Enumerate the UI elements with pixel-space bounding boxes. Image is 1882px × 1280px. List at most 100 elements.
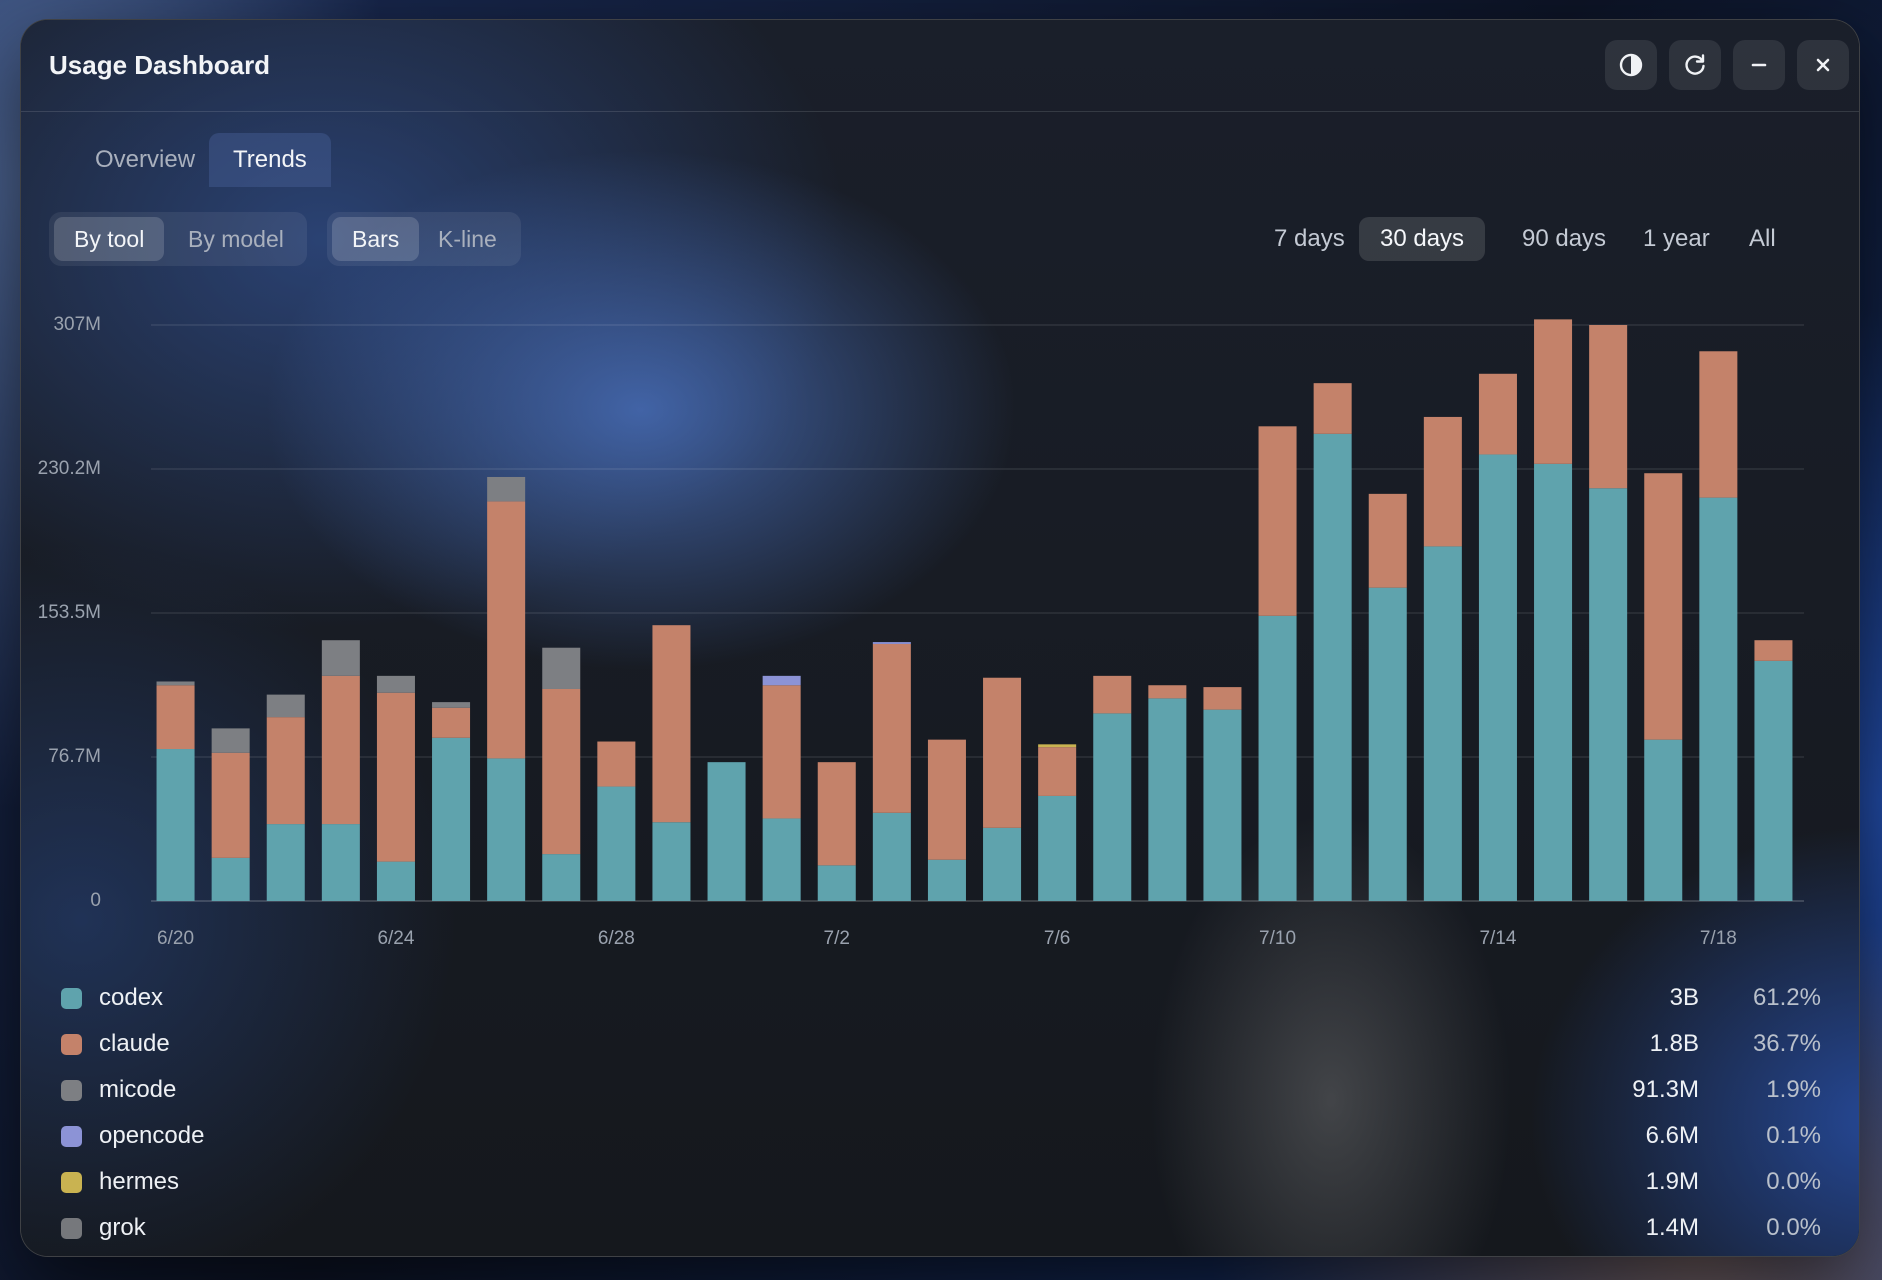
by-tool-button[interactable]: By tool — [54, 217, 165, 261]
bar-opencode-7-3[interactable] — [872, 642, 911, 644]
bar-claude-6-22[interactable] — [266, 717, 305, 825]
bar-claude-7-2[interactable] — [817, 762, 856, 866]
bar-micode-6-22[interactable] — [266, 694, 305, 718]
legend-row[interactable]: codex 3B 61.2% — [21, 980, 1859, 1020]
bar-codex-7-14[interactable] — [1478, 454, 1517, 901]
bar-codex-6-22[interactable] — [266, 824, 305, 901]
bar-codex-6-23[interactable] — [321, 824, 360, 901]
legend-row[interactable]: micode 91.3M 1.9% — [21, 1072, 1859, 1112]
bar-claude-6-28[interactable] — [597, 741, 636, 787]
range-30-days[interactable]: 30 days — [1359, 217, 1486, 261]
x-tick-label: 6/20 — [157, 928, 195, 949]
bar-hermes-7-6[interactable] — [1038, 744, 1077, 748]
bar-claude-7-1[interactable] — [762, 685, 801, 819]
x-tick-label: 7/14 — [1479, 928, 1517, 949]
bar-codex-7-19[interactable] — [1754, 660, 1793, 901]
bar-codex-6-25[interactable] — [432, 737, 471, 901]
bar-claude-7-18[interactable] — [1699, 351, 1738, 498]
bar-codex-7-13[interactable] — [1423, 546, 1462, 901]
bar-codex-6-24[interactable] — [376, 861, 415, 901]
bar-micode-6-23[interactable] — [321, 640, 360, 676]
bar-codex-7-12[interactable] — [1368, 587, 1407, 901]
bar-micode-6-26[interactable] — [487, 476, 526, 502]
bar-claude-7-4[interactable] — [927, 739, 966, 860]
bar-opencode-7-1[interactable] — [762, 675, 801, 686]
bar-claude-6-24[interactable] — [376, 692, 415, 862]
legend-name: codex — [99, 984, 164, 1011]
bar-claude-7-17[interactable] — [1644, 473, 1683, 740]
bar-claude-7-16[interactable] — [1589, 325, 1628, 489]
bar-claude-7-19[interactable] — [1754, 640, 1793, 661]
bar-codex-7-1[interactable] — [762, 818, 801, 901]
bar-claude-6-26[interactable] — [487, 501, 526, 759]
bar-micode-6-25[interactable] — [432, 702, 471, 708]
bar-claude-7-8[interactable] — [1148, 685, 1187, 699]
bar-claude-7-14[interactable] — [1478, 373, 1517, 455]
legend-row[interactable]: hermes 1.9M 0.0% — [21, 1164, 1859, 1204]
bar-codex-7-8[interactable] — [1148, 698, 1187, 901]
bar-codex-6-30[interactable] — [707, 762, 746, 901]
bar-claude-7-5[interactable] — [983, 677, 1022, 828]
bar-codex-7-4[interactable] — [927, 859, 966, 901]
range-7-days[interactable]: 7 days — [1253, 217, 1366, 261]
bar-claude-6-25[interactable] — [432, 707, 471, 738]
bar-codex-6-20[interactable] — [156, 749, 195, 901]
range-90-days[interactable]: 90 days — [1501, 217, 1627, 261]
kline-view-button[interactable]: K-line — [418, 217, 517, 261]
bar-micode-6-20[interactable] — [156, 681, 195, 686]
bar-codex-6-21[interactable] — [211, 857, 250, 901]
bars-view-button[interactable]: Bars — [332, 217, 420, 261]
bar-codex-7-18[interactable] — [1699, 497, 1738, 901]
legend-row[interactable]: claude 1.8B 36.7% — [21, 1026, 1859, 1066]
bar-codex-7-15[interactable] — [1534, 463, 1573, 901]
bar-codex-7-11[interactable] — [1313, 433, 1352, 901]
bar-claude-7-7[interactable] — [1093, 675, 1132, 714]
legend-name: claude — [99, 1030, 170, 1057]
bar-codex-7-7[interactable] — [1093, 713, 1132, 901]
tab-overview[interactable]: Overview — [71, 133, 219, 187]
bar-claude-6-20[interactable] — [156, 685, 195, 750]
theme-toggle-button[interactable] — [1605, 40, 1657, 90]
refresh-button[interactable] — [1669, 40, 1721, 90]
range-1-year[interactable]: 1 year — [1622, 217, 1731, 261]
bar-claude-6-29[interactable] — [652, 625, 691, 823]
bar-micode-6-27[interactable] — [542, 647, 581, 689]
bar-codex-7-2[interactable] — [817, 865, 856, 901]
bar-codex-7-6[interactable] — [1038, 795, 1077, 901]
bar-codex-6-29[interactable] — [652, 822, 691, 901]
bar-codex-6-28[interactable] — [597, 786, 636, 901]
range-all[interactable]: All — [1728, 217, 1797, 261]
bar-claude-7-12[interactable] — [1368, 493, 1407, 588]
bar-codex-6-27[interactable] — [542, 854, 581, 901]
bar-claude-7-3[interactable] — [872, 643, 911, 813]
bar-claude-7-10[interactable] — [1258, 426, 1297, 616]
bar-codex-7-5[interactable] — [983, 827, 1022, 901]
bar-claude-7-9[interactable] — [1203, 687, 1242, 710]
close-button[interactable] — [1797, 40, 1849, 90]
bar-codex-7-3[interactable] — [872, 812, 911, 901]
legend-total: 91.3M — [1632, 1076, 1699, 1103]
bar-claude-7-6[interactable] — [1038, 747, 1077, 796]
bar-codex-7-9[interactable] — [1203, 709, 1242, 901]
bar-codex-7-16[interactable] — [1589, 488, 1628, 901]
legend-total: 1.8B — [1649, 1030, 1699, 1057]
bar-claude-6-21[interactable] — [211, 752, 250, 858]
bar-claude-6-23[interactable] — [321, 675, 360, 825]
tab-trends[interactable]: Trends — [209, 133, 331, 187]
bar-codex-6-26[interactable] — [487, 758, 526, 901]
bar-claude-7-15[interactable] — [1534, 319, 1573, 464]
y-tick-label: 0 — [90, 890, 101, 911]
usage-dashboard-window: Usage Dashboard Overview Trends By tool … — [20, 19, 1860, 1257]
bar-micode-6-24[interactable] — [376, 675, 415, 693]
bar-claude-6-27[interactable] — [542, 688, 581, 855]
bar-claude-7-11[interactable] — [1313, 383, 1352, 434]
by-model-button[interactable]: By model — [168, 217, 304, 261]
bar-codex-7-17[interactable] — [1644, 739, 1683, 901]
bar-codex-7-10[interactable] — [1258, 615, 1297, 901]
bar-claude-7-13[interactable] — [1423, 416, 1462, 547]
legend-row[interactable]: opencode 6.6M 0.1% — [21, 1118, 1859, 1158]
legend-row[interactable]: grok 1.4M 0.0% — [21, 1210, 1859, 1250]
bar-micode-6-21[interactable] — [211, 728, 250, 753]
minimize-button[interactable] — [1733, 40, 1785, 90]
x-tick-label: 7/18 — [1699, 928, 1737, 949]
